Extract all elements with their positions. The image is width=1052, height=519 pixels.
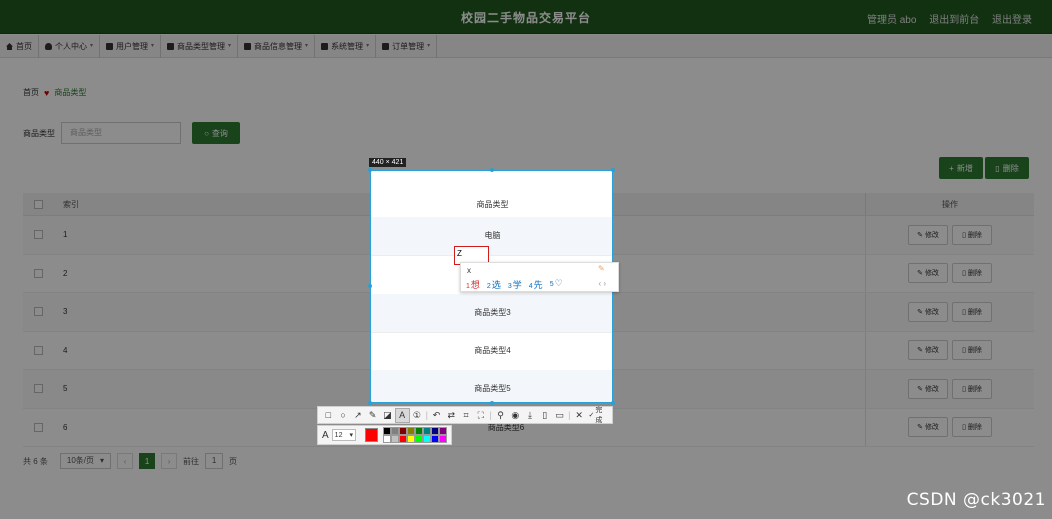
color-swatch[interactable] [439,427,447,435]
ellipse-tool-icon[interactable]: ○ [336,408,351,423]
ocr-icon[interactable]: ⌗ [459,408,474,423]
color-swatch[interactable] [383,435,391,443]
download-icon[interactable]: ⤓ [523,408,538,423]
resize-handle[interactable] [368,284,372,288]
chevron-down-icon: ▾ [349,432,353,439]
resize-handle[interactable] [368,168,372,172]
text-style-bar: A 12 ▾ [317,425,452,445]
number-tool-icon[interactable]: ① [410,408,425,423]
selection-size-label: 440 × 421 [369,158,407,167]
resize-handle[interactable] [611,401,615,405]
ime-candidate[interactable]: 1想 [466,278,480,291]
color-swatch[interactable] [407,435,415,443]
capture-row: 电脑 [371,217,612,256]
done-button[interactable]: ✓ 完成 [589,405,610,425]
pin-icon[interactable]: ⚲ [493,408,508,423]
bookmark-icon[interactable]: ▭ [552,408,567,423]
translate-icon[interactable]: ⇄ [444,408,459,423]
font-size-select[interactable]: 12 ▾ [331,429,356,441]
color-swatch[interactable] [391,427,399,435]
color-swatch[interactable] [415,435,423,443]
resize-handle[interactable] [490,401,494,405]
color-swatch[interactable] [399,435,407,443]
color-swatch[interactable] [415,427,423,435]
color-swatch[interactable] [423,427,431,435]
capture-row: 商品类型4 [371,332,612,371]
csdn-watermark: CSDN @ck3021 [906,490,1046,510]
ime-candidate[interactable]: 2选 [487,278,501,291]
color-swatch[interactable] [391,435,399,443]
screenshot-toolbar: □ ○ ↗ ✎ ◪ A ① | ↶ ⇄ ⌗ ⛶ | ⚲ ◉ ⤓ ▯ ▭ | ✕ … [317,406,613,424]
ime-logo-icon: ✎ [598,264,605,273]
resize-handle[interactable] [368,401,372,405]
color-swatch[interactable] [431,427,439,435]
pen-tool-icon[interactable]: ✎ [365,408,380,423]
resize-handle[interactable] [490,168,494,172]
text-tool-icon[interactable]: A [394,407,410,423]
ime-page-nav[interactable]: ‹ › [598,279,606,288]
close-icon[interactable]: ✕ [572,408,587,423]
copy-icon[interactable]: ▯ [537,408,552,423]
ime-pinyin: x [467,266,471,275]
ime-candidates: 1想 2选 3学 4先 5♡ [466,278,563,291]
color-palette [383,427,447,443]
color-swatch[interactable] [423,435,431,443]
arrow-tool-icon[interactable]: ↗ [351,408,366,423]
rectangle-tool-icon[interactable]: □ [321,408,336,423]
color-swatch[interactable] [399,427,407,435]
undo-icon[interactable]: ↶ [429,408,444,423]
ime-candidate[interactable]: 4先 [529,278,543,291]
ime-candidate-window: x ✎ 1想 2选 3学 4先 5♡ ‹ › [460,262,619,292]
ime-candidate[interactable]: 5♡ [550,278,563,291]
color-swatch[interactable] [431,435,439,443]
current-color-swatch[interactable] [365,428,378,442]
resize-handle[interactable] [611,168,615,172]
font-icon: A [322,429,329,441]
ime-candidate[interactable]: 3学 [508,278,522,291]
mosaic-tool-icon[interactable]: ◪ [380,408,395,423]
color-swatch[interactable] [407,427,415,435]
capture-row: 商品类型5 [371,370,612,402]
check-icon: ✓ [588,412,595,419]
capture-row: 商品类型3 [371,294,612,333]
color-swatch[interactable] [439,435,447,443]
scan-icon[interactable]: ⛶ [473,408,488,423]
color-swatch[interactable] [383,427,391,435]
record-icon[interactable]: ◉ [508,408,523,423]
